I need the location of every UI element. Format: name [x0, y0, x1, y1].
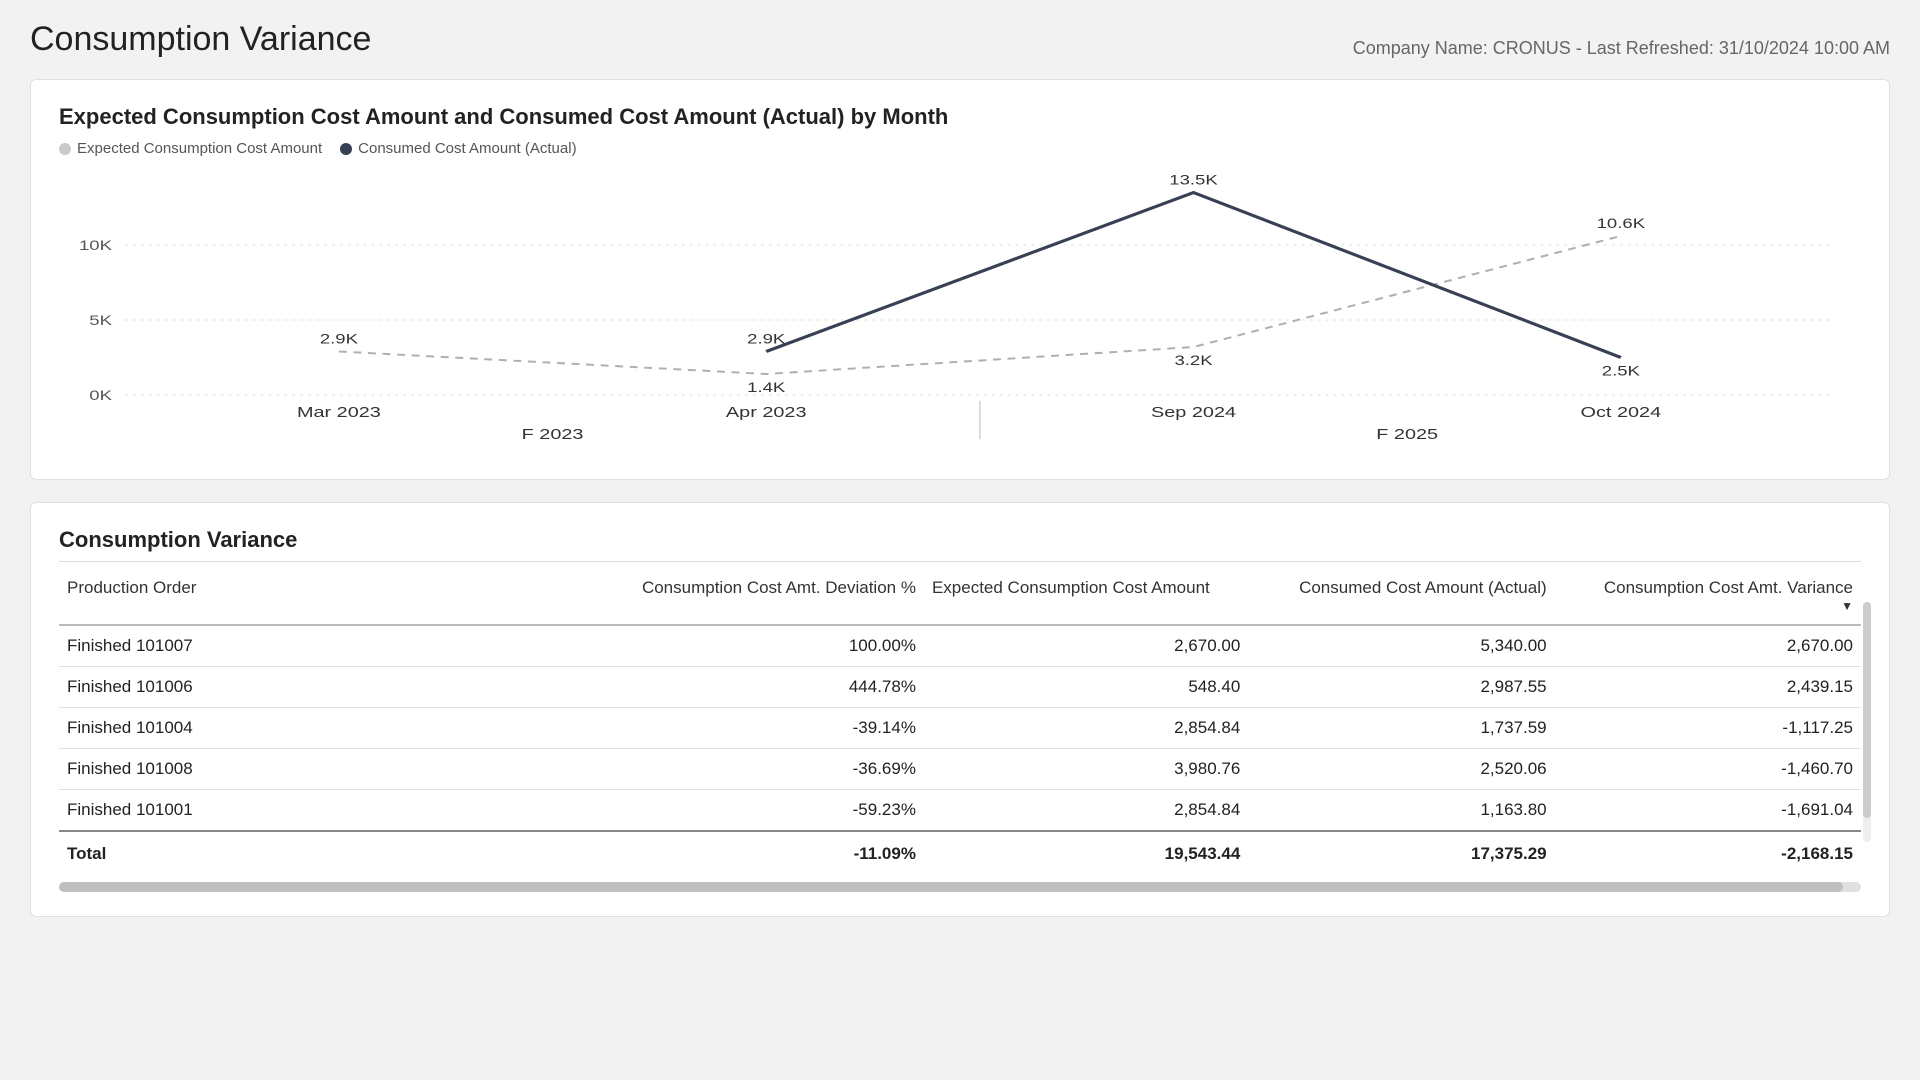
total-cell-expected: 19,543.44 — [924, 831, 1248, 876]
chart-title: Expected Consumption Cost Amount and Con… — [59, 104, 1861, 130]
cell-actual: 2,987.55 — [1248, 667, 1554, 708]
svg-text:10.6K: 10.6K — [1597, 216, 1645, 231]
cell-actual: 5,340.00 — [1248, 625, 1554, 667]
cell-dev: -59.23% — [600, 790, 924, 832]
horizontal-scrollbar-thumb[interactable] — [59, 882, 1843, 892]
cell-order: Finished 101007 — [59, 625, 600, 667]
cell-variance: -1,691.04 — [1555, 790, 1861, 832]
svg-text:Oct 2024: Oct 2024 — [1581, 403, 1662, 420]
svg-text:Mar 2023: Mar 2023 — [297, 403, 381, 420]
total-cell-actual: 17,375.29 — [1248, 831, 1554, 876]
table-row[interactable]: Finished 101006444.78%548.402,987.552,43… — [59, 667, 1861, 708]
svg-text:2.9K: 2.9K — [747, 332, 785, 347]
svg-text:F 2023: F 2023 — [522, 425, 584, 442]
svg-text:2.9K: 2.9K — [320, 332, 358, 347]
column-header-order[interactable]: Production Order — [59, 568, 600, 625]
svg-text:2.5K: 2.5K — [1602, 364, 1640, 379]
column-header-variance[interactable]: Consumption Cost Amt. Variance▼ — [1555, 568, 1861, 625]
page-header: Consumption Variance Company Name: CRONU… — [30, 20, 1890, 59]
table-body: Finished 101007100.00%2,670.005,340.002,… — [59, 625, 1861, 831]
cell-dev: 100.00% — [600, 625, 924, 667]
cell-actual: 1,737.59 — [1248, 708, 1554, 749]
table-row[interactable]: Finished 101001-59.23%2,854.841,163.80-1… — [59, 790, 1861, 832]
cell-actual: 1,163.80 — [1248, 790, 1554, 832]
chart-svg: 0K 5K 10K Mar 2023 Apr 2023 Sep 2024 Oct 2024 F… — [59, 165, 1861, 455]
cell-expected: 2,854.84 — [924, 790, 1248, 832]
svg-text:F 2025: F 2025 — [1376, 425, 1438, 442]
total-cell-order: Total — [59, 831, 600, 876]
table-card: Consumption Variance Production OrderCon… — [30, 502, 1890, 917]
legend-item-expected[interactable]: Expected Consumption Cost Amount — [59, 140, 322, 157]
svg-text:10K: 10K — [79, 238, 112, 253]
cell-variance: -1,117.25 — [1555, 708, 1861, 749]
legend-dot-icon — [340, 143, 352, 155]
sort-caret-icon: ▼ — [1563, 602, 1853, 610]
legend-label: Consumed Cost Amount (Actual) — [358, 140, 576, 157]
table-row[interactable]: Finished 101007100.00%2,670.005,340.002,… — [59, 625, 1861, 667]
cell-order: Finished 101006 — [59, 667, 600, 708]
cell-order: Finished 101001 — [59, 790, 600, 832]
page-title: Consumption Variance — [30, 20, 371, 59]
chart-legend: Expected Consumption Cost Amount Consume… — [59, 140, 1861, 157]
table-header: Production OrderConsumption Cost Amt. De… — [59, 568, 1861, 625]
table-row[interactable]: Finished 101004-39.14%2,854.841,737.59-1… — [59, 708, 1861, 749]
chart-card: Expected Consumption Cost Amount and Con… — [30, 79, 1890, 480]
svg-text:0K: 0K — [89, 388, 112, 403]
svg-text:Apr 2023: Apr 2023 — [726, 403, 807, 420]
legend-item-actual[interactable]: Consumed Cost Amount (Actual) — [340, 140, 576, 157]
cell-dev: -39.14% — [600, 708, 924, 749]
cell-dev: -36.69% — [600, 749, 924, 790]
total-cell-variance: -2,168.15 — [1555, 831, 1861, 876]
svg-text:1.4K: 1.4K — [747, 380, 785, 395]
vertical-scrollbar-thumb[interactable] — [1863, 602, 1871, 818]
cell-expected: 2,670.00 — [924, 625, 1248, 667]
svg-text:3.2K: 3.2K — [1174, 353, 1212, 368]
column-header-expected[interactable]: Expected Consumption Cost Amount — [924, 568, 1248, 625]
cell-expected: 3,980.76 — [924, 749, 1248, 790]
total-cell-dev: -11.09% — [600, 831, 924, 876]
cell-variance: 2,439.15 — [1555, 667, 1861, 708]
cell-variance: 2,670.00 — [1555, 625, 1861, 667]
legend-label: Expected Consumption Cost Amount — [77, 140, 322, 157]
table-title: Consumption Variance — [59, 527, 1861, 562]
column-header-actual[interactable]: Consumed Cost Amount (Actual) — [1248, 568, 1554, 625]
cell-order: Finished 101008 — [59, 749, 600, 790]
cell-order: Finished 101004 — [59, 708, 600, 749]
svg-text:5K: 5K — [89, 313, 112, 328]
horizontal-scrollbar[interactable] — [59, 882, 1861, 892]
cell-actual: 2,520.06 — [1248, 749, 1554, 790]
cell-expected: 548.40 — [924, 667, 1248, 708]
table-wrap: Production OrderConsumption Cost Amt. De… — [59, 568, 1861, 876]
company-refresh-info: Company Name: CRONUS - Last Refreshed: 3… — [1353, 38, 1890, 59]
cell-variance: -1,460.70 — [1555, 749, 1861, 790]
column-header-dev[interactable]: Consumption Cost Amt. Deviation % — [600, 568, 924, 625]
table-footer: Total-11.09%19,543.4417,375.29-2,168.15 — [59, 831, 1861, 876]
variance-table: Production OrderConsumption Cost Amt. De… — [59, 568, 1861, 876]
table-row[interactable]: Finished 101008-36.69%3,980.762,520.06-1… — [59, 749, 1861, 790]
cell-dev: 444.78% — [600, 667, 924, 708]
svg-text:13.5K: 13.5K — [1169, 173, 1217, 188]
vertical-scrollbar[interactable] — [1863, 602, 1871, 842]
legend-dot-icon — [59, 143, 71, 155]
cell-expected: 2,854.84 — [924, 708, 1248, 749]
svg-text:Sep 2024: Sep 2024 — [1151, 403, 1236, 420]
chart-plot-area[interactable]: 0K 5K 10K Mar 2023 Apr 2023 Sep 2024 Oct 2024 F… — [59, 165, 1861, 455]
